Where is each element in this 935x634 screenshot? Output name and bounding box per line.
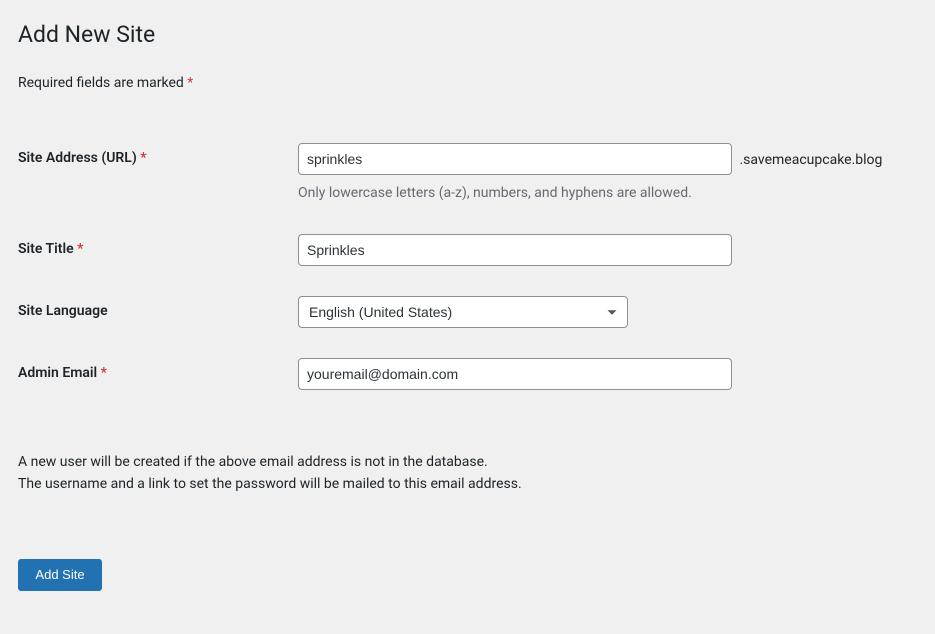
admin-email-input[interactable] [298, 358, 732, 390]
admin-email-label: Admin Email * [18, 365, 107, 381]
note-line-2: The username and a link to set the passw… [18, 473, 917, 495]
required-fields-note: Required fields are marked * [18, 73, 917, 94]
required-mark: * [101, 365, 107, 381]
domain-suffix: .savemeacupcake.blog [739, 150, 882, 171]
site-address-label: Site Address (URL) * [18, 150, 147, 166]
required-note-text: Required fields are marked [18, 75, 184, 91]
required-mark: * [77, 241, 83, 257]
admin-email-label-text: Admin Email [18, 365, 97, 381]
site-address-description: Only lowercase letters (a-z), numbers, a… [298, 183, 917, 204]
site-language-label: Site Language [18, 303, 108, 319]
site-language-select[interactable]: English (United States) [298, 296, 628, 328]
add-site-button[interactable]: Add Site [18, 559, 102, 591]
note-line-1: A new user will be created if the above … [18, 451, 917, 473]
required-mark: * [140, 150, 146, 166]
page-title: Add New Site [18, 18, 917, 53]
site-title-input[interactable] [298, 234, 732, 266]
site-address-label-text: Site Address (URL) [18, 150, 137, 166]
site-address-input[interactable] [298, 143, 732, 175]
user-creation-note: A new user will be created if the above … [18, 451, 917, 496]
required-mark: * [187, 75, 193, 91]
site-title-label-text: Site Title [18, 241, 74, 257]
site-title-label: Site Title * [18, 241, 83, 257]
